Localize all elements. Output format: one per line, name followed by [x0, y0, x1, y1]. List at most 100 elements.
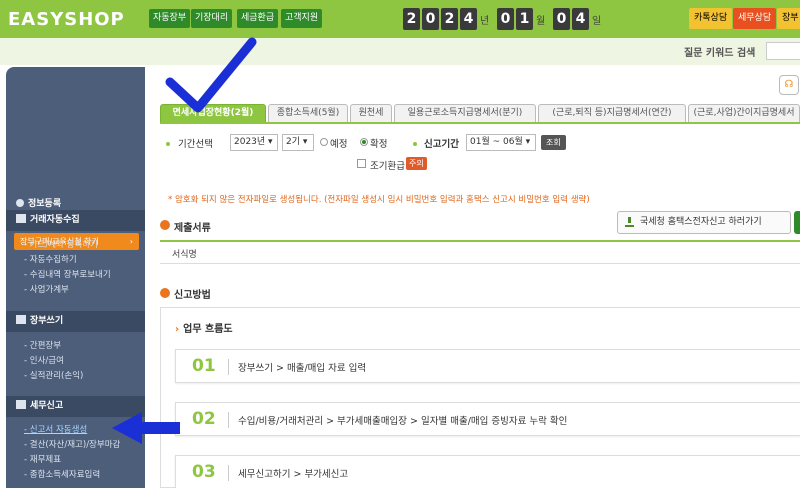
report-period-value: 01월 ~ 06월 [470, 137, 523, 147]
step-divider [228, 412, 229, 428]
radio-final[interactable] [360, 138, 368, 146]
report-period-select[interactable]: 01월 ~ 06월 ▾ [466, 134, 536, 151]
year-unit: 년 [480, 16, 490, 27]
sidebar-item-auto-collect[interactable]: - 자동수집하기 [24, 253, 77, 265]
sidebar-section-title: 정보등록 [28, 199, 62, 209]
ledger-button[interactable]: 장부 [777, 8, 800, 29]
sidebar-item-simple-ledger[interactable]: - 간편장부 [24, 339, 61, 351]
workflow-title: › 업무 흐름도 [175, 320, 233, 335]
green-button-edge[interactable] [794, 211, 800, 234]
tax-consult-button[interactable]: 세무상담 [733, 8, 777, 29]
section-bullet-icon [160, 288, 170, 298]
caution-badge: 주의 [406, 157, 427, 170]
bullet-icon [166, 142, 170, 146]
year-select[interactable]: 2023년 ▾ [230, 134, 278, 151]
year-digit: 4 [460, 8, 477, 30]
sidebar-item-performance[interactable]: - 실적관리(손익) [24, 369, 83, 381]
sidebar-item-card-account[interactable]: - 카드/계좌 등록하기 [24, 238, 98, 250]
workflow-step: 01 장부쓰기 > 매출/매입 자료 입력 [175, 349, 800, 383]
kakao-consult-button[interactable]: 카톡상담 [689, 8, 733, 29]
sidebar-item-business-book[interactable]: - 사업가계부 [24, 283, 69, 295]
sidebar-section-write-ledger[interactable]: 장부쓰기 [6, 311, 145, 332]
step-number: 01 [192, 356, 216, 376]
step-divider [228, 359, 229, 375]
nav-customer-support[interactable]: 고객지원 [281, 9, 323, 28]
submit-docs-title: 제출서류 [174, 223, 211, 234]
day-digit: 4 [572, 8, 589, 30]
sidebar-item-label: 실적관리(손익) [29, 371, 84, 381]
early-refund-label: 조기환급 [370, 161, 405, 172]
sidebar-section-title: 장부쓰기 [30, 316, 64, 326]
logo[interactable]: EASYSHOP [8, 9, 125, 30]
top-navigation-bar: EASYSHOP 자동장부 기장대리 세금환급 고객지원 2 0 2 4 년 0… [0, 0, 800, 38]
sidebar-item-hr-payroll[interactable]: - 인사/급여 [24, 354, 64, 366]
sidebar-item-closing[interactable]: - 결산(자산/재고)/장부마감 [24, 438, 120, 450]
workflow-title-label: 업무 흐름도 [183, 324, 233, 335]
report-method-title: 신고방법 [174, 290, 211, 301]
nav-auto-ledger[interactable]: 자동장부 [149, 9, 191, 28]
tab-daily-worker-statement[interactable]: 일용근로소득지급명세서(분기) [394, 104, 536, 123]
sidebar-section-title: 거래자동수집 [30, 215, 80, 225]
sidebar-item-financial-statements[interactable]: - 재무제표 [24, 453, 61, 465]
step-number: 02 [192, 409, 216, 429]
bullet-icon [413, 142, 417, 146]
nav-bookkeeping[interactable]: 기장대리 [191, 9, 233, 28]
sidebar-item-label: 자동수집하기 [29, 255, 77, 265]
query-button[interactable]: 조회 [541, 135, 566, 150]
keyword-search-label: 질문 키워드 검색 [684, 48, 756, 59]
report-period-label: 신고기간 [424, 139, 459, 150]
tab-payment-statement-annual[interactable]: (근로,퇴직 등)지급명세서(연간) [538, 104, 686, 123]
day-digit: 0 [553, 8, 570, 30]
year-digit: 2 [441, 8, 458, 30]
sidebar-item-label: 신고서 자동생성 [29, 425, 88, 435]
sidebar-item-income-tax-input[interactable]: - 종합소득세자료입력 [24, 468, 100, 480]
keyword-search-bar: 질문 키워드 검색 [0, 38, 800, 65]
docs-table-header: 서식명 [160, 242, 800, 264]
sidebar-item-label: 카드/계좌 등록하기 [29, 240, 98, 250]
sidebar-section-auto-collect[interactable]: 거래자동수집 [6, 210, 145, 231]
month-unit: 월 [536, 16, 546, 27]
workflow-step: 02 수입/비용/거래처관리 > 부가세매출매입장 > 일자별 매출/매입 증빙… [175, 402, 800, 436]
sidebar-item-label: 재무제표 [29, 455, 62, 465]
step-divider [228, 465, 229, 481]
year-select-value: 2023년 [234, 137, 266, 147]
sidebar-item-label: 결산(자산/재고)/장부마감 [29, 440, 121, 450]
early-refund-checkbox[interactable] [357, 159, 366, 168]
tab-underline [160, 122, 800, 124]
month-digit: 0 [497, 8, 514, 30]
year-digit: 0 [422, 8, 439, 30]
tab-withholding-tax[interactable]: 원천세 [350, 104, 392, 123]
tab-simple-payment-statement[interactable]: (근로,사업)간이지급명세서 [688, 104, 800, 123]
period-select-label: 기간선택 [178, 139, 213, 150]
step-text: 장부쓰기 > 매출/매입 자료 입력 [238, 363, 367, 374]
keyword-search-input[interactable] [766, 42, 800, 60]
tab-tax-exempt-status[interactable]: 면세사업장현황(2월) [160, 104, 266, 123]
tab-income-tax[interactable]: 종합소득세(5월) [268, 104, 348, 123]
download-icon [625, 217, 634, 227]
sidebar-item-label: 수집내역 장부로보내기 [29, 270, 111, 280]
sidebar-item-auto-report[interactable]: - 신고서 자동생성 [24, 423, 87, 435]
term-select[interactable]: 2기 ▾ [282, 134, 314, 151]
radio-final-label: 확정 [370, 139, 388, 150]
section-bullet-icon [160, 220, 170, 230]
ledger-icon [16, 214, 26, 223]
sidebar-item-label: 사업가계부 [29, 285, 69, 295]
sidebar-item-send-to-ledger[interactable]: - 수집내역 장부로보내기 [24, 268, 111, 280]
form-name-header: 서식명 [172, 250, 197, 260]
sidebar-section-tax-report[interactable]: 세무신고 [6, 396, 145, 417]
month-digit: 1 [516, 8, 533, 30]
sidebar-item-label: 인사/급여 [29, 356, 64, 366]
nav-tax-refund[interactable]: 세금환급 [237, 9, 279, 28]
radio-estimate-label: 예정 [330, 139, 348, 150]
sidebar-item-label: 간편장부 [29, 341, 62, 351]
sidebar-item-label: 종합소득세자료입력 [29, 470, 101, 480]
radio-estimate[interactable] [320, 138, 328, 146]
headset-icon[interactable]: ☊ [779, 75, 799, 95]
workflow-step: 03 세무신고하기 > 부가세신고 [175, 455, 800, 488]
hometax-link-button[interactable]: 국세청 홈택스전자신고 하러가기 [617, 211, 791, 234]
hometax-link-label: 국세청 홈택스전자신고 하러가기 [640, 217, 762, 227]
step-text: 세무신고하기 > 부가세신고 [238, 469, 349, 480]
chevron-right-icon: › [175, 324, 180, 335]
step-text: 수입/비용/거래처관리 > 부가세매출매입장 > 일자별 매출/매입 증빙자료 … [238, 416, 568, 427]
term-select-value: 2기 [286, 137, 301, 147]
